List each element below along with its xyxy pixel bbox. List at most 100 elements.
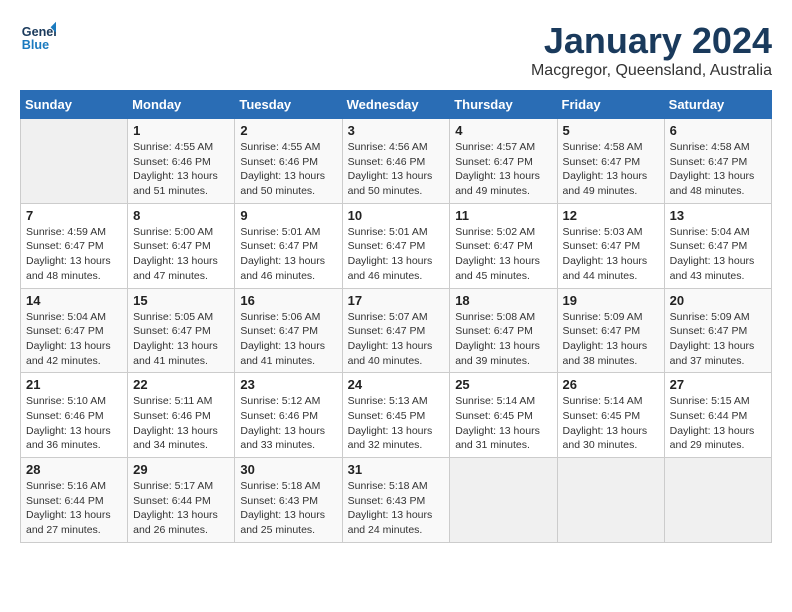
weekday-header: Thursday xyxy=(450,91,557,119)
weekday-header: Friday xyxy=(557,91,664,119)
day-info: Sunrise: 4:55 AMSunset: 6:46 PMDaylight:… xyxy=(240,140,336,199)
calendar-cell: 1 Sunrise: 4:55 AMSunset: 6:46 PMDaylight… xyxy=(128,119,235,204)
calendar-cell: 12 Sunrise: 5:03 AMSunset: 6:47 PMDayligh… xyxy=(557,203,664,288)
calendar-cell: 13 Sunrise: 5:04 AMSunset: 6:47 PMDayligh… xyxy=(664,203,771,288)
calendar-table: SundayMondayTuesdayWednesdayThursdayFrid… xyxy=(20,90,772,543)
day-info: Sunrise: 4:56 AMSunset: 6:46 PMDaylight:… xyxy=(348,140,445,199)
day-number: 4 xyxy=(455,123,551,138)
day-number: 10 xyxy=(348,208,445,223)
day-info: Sunrise: 5:07 AMSunset: 6:47 PMDaylight:… xyxy=(348,310,445,369)
calendar-cell: 7 Sunrise: 4:59 AMSunset: 6:47 PMDaylight… xyxy=(21,203,128,288)
day-info: Sunrise: 5:03 AMSunset: 6:47 PMDaylight:… xyxy=(563,225,659,284)
calendar-week-row: 1 Sunrise: 4:55 AMSunset: 6:46 PMDaylight… xyxy=(21,119,772,204)
calendar-cell: 24Sunrise: 5:13 AMSunset: 6:45 PMDayligh… xyxy=(342,373,450,458)
day-number: 21 xyxy=(26,377,122,392)
day-number: 5 xyxy=(563,123,659,138)
logo-icon: General Blue xyxy=(20,20,56,56)
day-number: 2 xyxy=(240,123,336,138)
day-info: Sunrise: 5:01 AMSunset: 6:47 PMDaylight:… xyxy=(348,225,445,284)
calendar-cell: 15 Sunrise: 5:05 AMSunset: 6:47 PMDayligh… xyxy=(128,288,235,373)
day-number: 16 xyxy=(240,293,336,308)
calendar-cell: 9Sunrise: 5:01 AMSunset: 6:47 PMDaylight… xyxy=(235,203,342,288)
day-number: 22 xyxy=(133,377,229,392)
calendar-cell: 28 Sunrise: 5:16 AMSunset: 6:44 PMDayligh… xyxy=(21,458,128,543)
day-number: 25 xyxy=(455,377,551,392)
day-info: Sunrise: 5:14 AMSunset: 6:45 PMDaylight:… xyxy=(563,394,659,453)
calendar-cell: 22 Sunrise: 5:11 AMSunset: 6:46 PMDayligh… xyxy=(128,373,235,458)
day-number: 14 xyxy=(26,293,122,308)
calendar-cell: 18 Sunrise: 5:08 AMSunset: 6:47 PMDayligh… xyxy=(450,288,557,373)
day-number: 30 xyxy=(240,462,336,477)
calendar-cell: 23Sunrise: 5:12 AMSunset: 6:46 PMDayligh… xyxy=(235,373,342,458)
day-info: Sunrise: 5:14 AMSunset: 6:45 PMDaylight:… xyxy=(455,394,551,453)
day-number: 19 xyxy=(563,293,659,308)
calendar-cell: 19 Sunrise: 5:09 AMSunset: 6:47 PMDayligh… xyxy=(557,288,664,373)
calendar-cell xyxy=(664,458,771,543)
calendar-cell: 2 Sunrise: 4:55 AMSunset: 6:46 PMDaylight… xyxy=(235,119,342,204)
day-number: 11 xyxy=(455,208,551,223)
calendar-cell: 27Sunrise: 5:15 AMSunset: 6:44 PMDayligh… xyxy=(664,373,771,458)
day-number: 3 xyxy=(348,123,445,138)
day-info: Sunrise: 5:02 AMSunset: 6:47 PMDaylight:… xyxy=(455,225,551,284)
calendar-cell: 17 Sunrise: 5:07 AMSunset: 6:47 PMDayligh… xyxy=(342,288,450,373)
day-number: 31 xyxy=(348,462,445,477)
day-info: Sunrise: 5:06 AMSunset: 6:47 PMDaylight:… xyxy=(240,310,336,369)
day-number: 15 xyxy=(133,293,229,308)
day-number: 26 xyxy=(563,377,659,392)
day-info: Sunrise: 4:55 AMSunset: 6:46 PMDaylight:… xyxy=(133,140,229,199)
header: General Blue January 2024 Macgregor, Que… xyxy=(20,20,772,80)
title-area: January 2024 Macgregor, Queensland, Aust… xyxy=(531,20,772,80)
weekday-header: Monday xyxy=(128,91,235,119)
calendar-cell: 4 Sunrise: 4:57 AMSunset: 6:47 PMDaylight… xyxy=(450,119,557,204)
calendar-cell: 31Sunrise: 5:18 AMSunset: 6:43 PMDayligh… xyxy=(342,458,450,543)
day-number: 6 xyxy=(670,123,766,138)
weekday-header: Wednesday xyxy=(342,91,450,119)
day-number: 24 xyxy=(348,377,445,392)
day-info: Sunrise: 5:09 AMSunset: 6:47 PMDaylight:… xyxy=(563,310,659,369)
day-number: 28 xyxy=(26,462,122,477)
svg-text:Blue: Blue xyxy=(22,38,49,52)
day-number: 13 xyxy=(670,208,766,223)
day-info: Sunrise: 4:59 AMSunset: 6:47 PMDaylight:… xyxy=(26,225,122,284)
day-info: Sunrise: 5:18 AMSunset: 6:43 PMDaylight:… xyxy=(240,479,336,538)
month-title: January 2024 xyxy=(531,20,772,62)
day-info: Sunrise: 5:04 AMSunset: 6:47 PMDaylight:… xyxy=(26,310,122,369)
calendar-cell: 26 Sunrise: 5:14 AMSunset: 6:45 PMDayligh… xyxy=(557,373,664,458)
calendar-cell: 8 Sunrise: 5:00 AMSunset: 6:47 PMDaylight… xyxy=(128,203,235,288)
weekday-header: Saturday xyxy=(664,91,771,119)
day-number: 29 xyxy=(133,462,229,477)
calendar-cell xyxy=(21,119,128,204)
calendar-cell: 10 Sunrise: 5:01 AMSunset: 6:47 PMDayligh… xyxy=(342,203,450,288)
day-number: 8 xyxy=(133,208,229,223)
day-info: Sunrise: 5:09 AMSunset: 6:47 PMDaylight:… xyxy=(670,310,766,369)
day-info: Sunrise: 4:57 AMSunset: 6:47 PMDaylight:… xyxy=(455,140,551,199)
day-number: 1 xyxy=(133,123,229,138)
calendar-week-row: 28 Sunrise: 5:16 AMSunset: 6:44 PMDayligh… xyxy=(21,458,772,543)
day-info: Sunrise: 5:00 AMSunset: 6:47 PMDaylight:… xyxy=(133,225,229,284)
calendar-week-row: 21 Sunrise: 5:10 AMSunset: 6:46 PMDayligh… xyxy=(21,373,772,458)
day-number: 12 xyxy=(563,208,659,223)
day-info: Sunrise: 5:05 AMSunset: 6:47 PMDaylight:… xyxy=(133,310,229,369)
calendar-cell: 14 Sunrise: 5:04 AMSunset: 6:47 PMDayligh… xyxy=(21,288,128,373)
logo: General Blue xyxy=(20,20,56,56)
day-number: 18 xyxy=(455,293,551,308)
calendar-week-row: 7 Sunrise: 4:59 AMSunset: 6:47 PMDaylight… xyxy=(21,203,772,288)
day-info: Sunrise: 5:08 AMSunset: 6:47 PMDaylight:… xyxy=(455,310,551,369)
day-info: Sunrise: 5:04 AMSunset: 6:47 PMDaylight:… xyxy=(670,225,766,284)
calendar-cell: 3 Sunrise: 4:56 AMSunset: 6:46 PMDaylight… xyxy=(342,119,450,204)
day-info: Sunrise: 4:58 AMSunset: 6:47 PMDaylight:… xyxy=(670,140,766,199)
calendar-cell: 20 Sunrise: 5:09 AMSunset: 6:47 PMDayligh… xyxy=(664,288,771,373)
day-number: 20 xyxy=(670,293,766,308)
day-info: Sunrise: 5:11 AMSunset: 6:46 PMDaylight:… xyxy=(133,394,229,453)
day-info: Sunrise: 5:17 AMSunset: 6:44 PMDaylight:… xyxy=(133,479,229,538)
day-info: Sunrise: 5:15 AMSunset: 6:44 PMDaylight:… xyxy=(670,394,766,453)
calendar-cell: 5Sunrise: 4:58 AMSunset: 6:47 PMDaylight… xyxy=(557,119,664,204)
day-info: Sunrise: 5:10 AMSunset: 6:46 PMDaylight:… xyxy=(26,394,122,453)
day-number: 17 xyxy=(348,293,445,308)
day-number: 23 xyxy=(240,377,336,392)
calendar-cell: 16 Sunrise: 5:06 AMSunset: 6:47 PMDayligh… xyxy=(235,288,342,373)
calendar-cell: 6 Sunrise: 4:58 AMSunset: 6:47 PMDaylight… xyxy=(664,119,771,204)
day-number: 7 xyxy=(26,208,122,223)
day-info: Sunrise: 5:16 AMSunset: 6:44 PMDaylight:… xyxy=(26,479,122,538)
calendar-cell: 30 Sunrise: 5:18 AMSunset: 6:43 PMDayligh… xyxy=(235,458,342,543)
